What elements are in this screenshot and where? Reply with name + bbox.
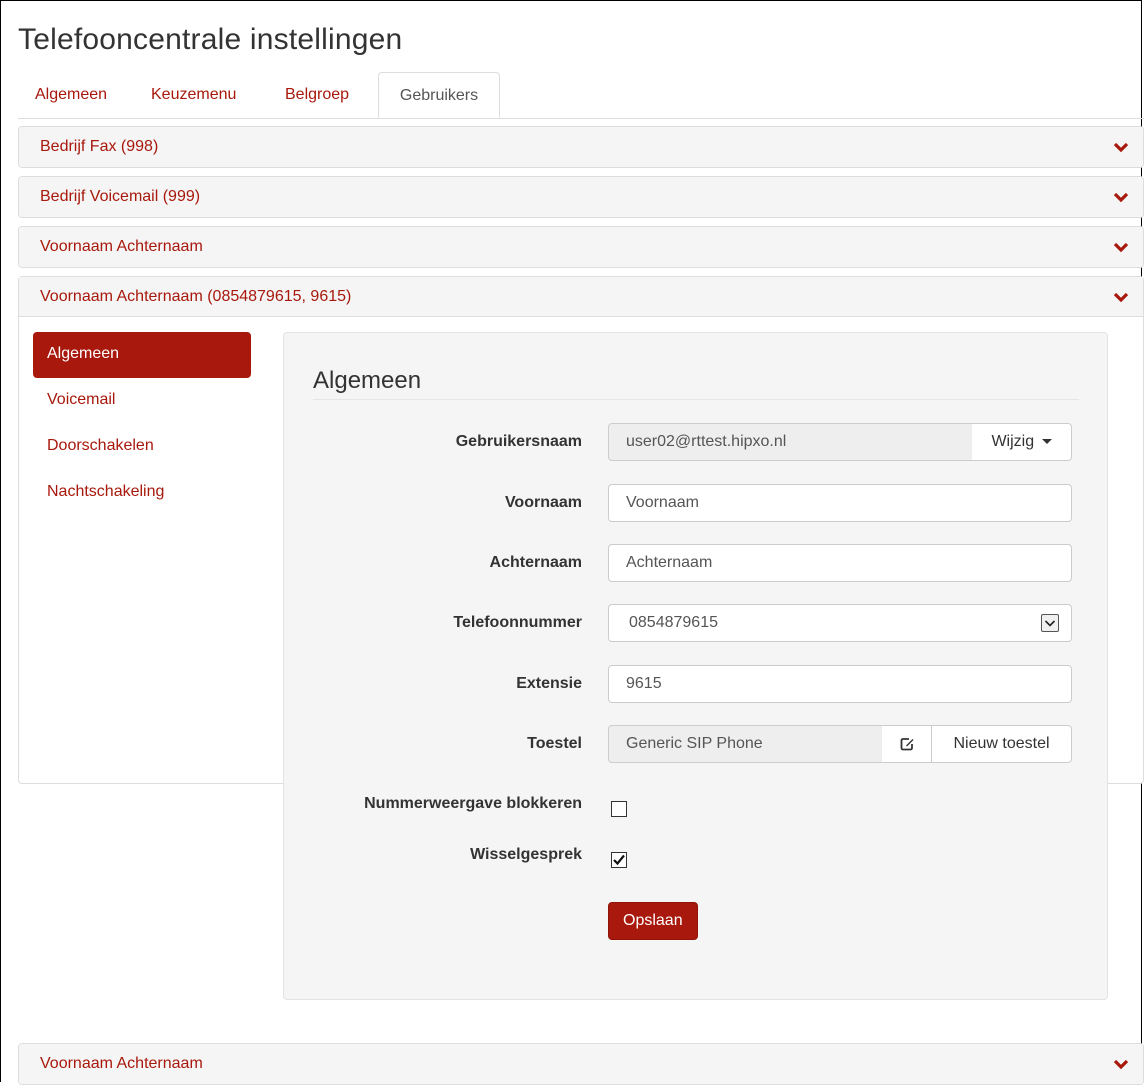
form-row-lastname: Achternaam Achternaam bbox=[284, 544, 1107, 582]
tab-algemeen[interactable]: Algemeen bbox=[35, 72, 107, 118]
panel-header[interactable]: Voornaam Achternaam (0854879615, 9615) bbox=[19, 277, 1143, 317]
hide-number-checkbox[interactable] bbox=[611, 801, 627, 817]
user-settings-nav: Algemeen Voicemail Doorschakelen Nachtsc… bbox=[33, 332, 251, 516]
page-title: Telefooncentrale instellingen bbox=[18, 23, 403, 56]
user-panel: Voornaam Achternaam bbox=[18, 226, 1144, 268]
nav-pill-label: Algemeen bbox=[47, 345, 120, 362]
form-divider bbox=[313, 399, 1079, 400]
nav-pill-nachtschakeling[interactable]: Nachtschakeling bbox=[33, 470, 251, 516]
new-device-button[interactable]: Nieuw toestel bbox=[931, 725, 1072, 763]
new-device-label: Nieuw toestel bbox=[953, 735, 1050, 752]
panel-title: Voornaam Achternaam bbox=[40, 1055, 203, 1072]
device-label: Toestel bbox=[527, 735, 582, 752]
extension-field[interactable]: 9615 bbox=[608, 665, 1072, 703]
user-panel: Bedrijf Fax (998) bbox=[18, 126, 1144, 168]
chevron-down-icon[interactable] bbox=[1113, 139, 1129, 155]
user-panel: Bedrijf Voicemail (999) bbox=[18, 176, 1144, 218]
nav-pill-voicemail[interactable]: Voicemail bbox=[33, 378, 251, 424]
nav-pill-label: Doorschakelen bbox=[47, 437, 154, 454]
checkmark-icon bbox=[613, 854, 625, 866]
chevron-down-icon[interactable] bbox=[1113, 289, 1129, 305]
username-label: Gebruikersnaam bbox=[455, 433, 582, 450]
tab-label: Algemeen bbox=[35, 86, 108, 103]
save-button[interactable]: Opslaan bbox=[608, 902, 698, 940]
tab-gebruikers[interactable]: Gebruikers bbox=[378, 72, 500, 118]
chevron-down-icon[interactable] bbox=[1113, 239, 1129, 255]
panel-header[interactable]: Bedrijf Fax (998) bbox=[19, 127, 1143, 167]
panel-title: Voornaam Achternaam (0854879615, 9615) bbox=[40, 287, 352, 305]
change-username-button[interactable]: Wijzig bbox=[972, 423, 1072, 461]
phone-select[interactable]: 0854879615 bbox=[608, 604, 1072, 642]
panel-title: Voornaam Achternaam bbox=[40, 238, 203, 255]
change-username-label: Wijzig bbox=[991, 433, 1035, 450]
form-row-device: Toestel Generic SIP Phone Nieuw toestel bbox=[284, 725, 1107, 763]
form-row-extension: Extensie 9615 bbox=[284, 665, 1107, 703]
form-row-hide-number: Nummerweergave blokkeren bbox=[284, 791, 1107, 829]
device-field: Generic SIP Phone bbox=[608, 725, 883, 763]
main-tabs: Algemeen Keuzemenu Belgroep Gebruikers bbox=[18, 72, 1144, 119]
panel-title: Bedrijf Fax (998) bbox=[40, 138, 159, 155]
form-title: Algemeen bbox=[313, 367, 422, 394]
form-row-phone: Telefoonnummer 0854879615 bbox=[284, 604, 1107, 642]
form-row-call-waiting: Wisselgesprek bbox=[284, 842, 1107, 880]
panel-body: Algemeen Voicemail Doorschakelen Nachtsc… bbox=[18, 316, 1144, 1000]
form-row-firstname: Voornaam Voornaam bbox=[284, 484, 1107, 522]
user-panel: Voornaam Achternaam bbox=[18, 1043, 1144, 1085]
panel-header[interactable]: Bedrijf Voicemail (999) bbox=[19, 177, 1143, 217]
tab-label: Gebruikers bbox=[399, 87, 479, 104]
call-waiting-checkbox[interactable] bbox=[611, 852, 627, 868]
phone-label: Telefoonnummer bbox=[453, 614, 582, 631]
panel-header[interactable]: Voornaam Achternaam bbox=[19, 1044, 1143, 1084]
call-waiting-label: Wisselgesprek bbox=[470, 846, 582, 863]
username-field: user02@rttest.hipxo.nl bbox=[608, 423, 973, 461]
phone-select-value: 0854879615 bbox=[629, 614, 718, 631]
settings-form: Algemeen Gebruikersnaam user02@rttest.hi… bbox=[283, 332, 1108, 1000]
nav-pill-label: Voicemail bbox=[47, 391, 116, 408]
tab-label: Belgroep bbox=[285, 86, 350, 103]
nav-pill-doorschakelen[interactable]: Doorschakelen bbox=[33, 424, 251, 470]
panel-header[interactable]: Voornaam Achternaam bbox=[19, 227, 1143, 267]
nav-pill-algemeen[interactable]: Algemeen bbox=[33, 332, 251, 378]
panel-title: Bedrijf Voicemail (999) bbox=[40, 188, 201, 205]
firstname-label: Voornaam bbox=[504, 494, 582, 511]
lastname-label: Achternaam bbox=[489, 554, 582, 571]
tab-keuzemenu[interactable]: Keuzemenu bbox=[151, 72, 236, 118]
caret-down-icon bbox=[1041, 439, 1052, 445]
tab-belgroep[interactable]: Belgroep bbox=[285, 72, 349, 118]
chevron-down-icon[interactable] bbox=[1113, 189, 1129, 205]
firstname-field[interactable]: Voornaam bbox=[608, 484, 1072, 522]
nav-pill-label: Nachtschakeling bbox=[47, 483, 165, 500]
tab-label: Keuzemenu bbox=[151, 86, 237, 103]
edit-icon bbox=[899, 736, 915, 752]
select-arrow-icon bbox=[1041, 614, 1059, 632]
extension-label: Extensie bbox=[516, 675, 582, 692]
chevron-down-icon[interactable] bbox=[1113, 1056, 1129, 1072]
edit-device-button[interactable] bbox=[882, 725, 932, 763]
lastname-field[interactable]: Achternaam bbox=[608, 544, 1072, 582]
form-row-username: Gebruikersnaam user02@rttest.hipxo.nl Wi… bbox=[284, 423, 1107, 461]
hide-number-label: Nummerweergave blokkeren bbox=[364, 795, 582, 812]
